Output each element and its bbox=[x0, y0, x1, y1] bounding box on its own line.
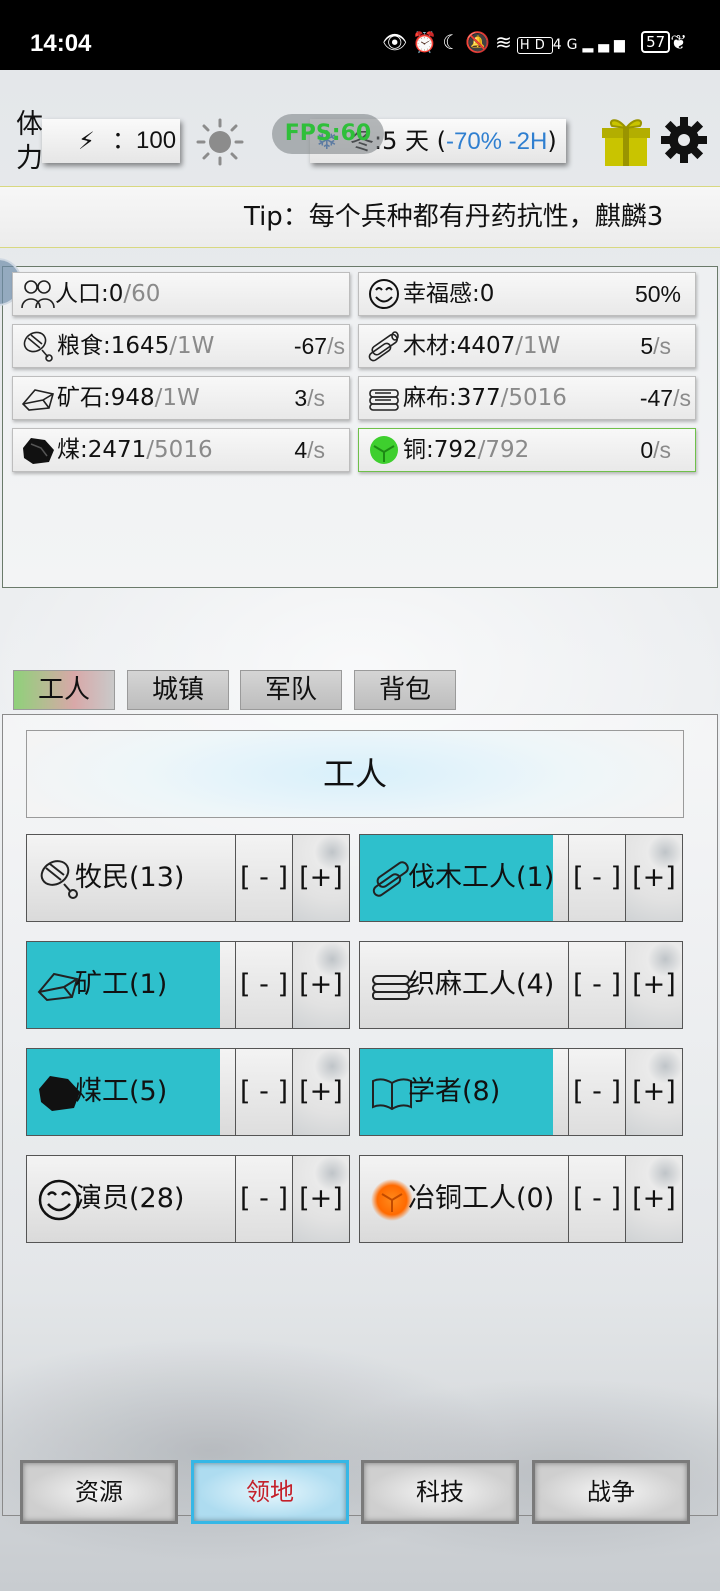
ore-icon bbox=[21, 389, 55, 411]
decrease-button[interactable]: [ - ] bbox=[235, 1156, 292, 1242]
worker-miner: 矿工(1) [ - ] [+] bbox=[26, 941, 350, 1029]
resource-population: 人口:0/60 bbox=[12, 272, 350, 316]
resource-food: 粮食:1645/1W -67/s bbox=[12, 324, 350, 368]
increase-button[interactable]: [+] bbox=[292, 942, 349, 1028]
worker-scholar: 学者(8) [ - ] [+] bbox=[359, 1048, 683, 1136]
tip-bar: Tip：每个兵种都有丹药抗性，麒麟3 bbox=[0, 186, 720, 248]
season-days: :5 天 ( bbox=[374, 127, 446, 155]
increase-button[interactable]: [+] bbox=[625, 835, 682, 921]
worker-weaver: 织麻工人(4) [ - ] [+] bbox=[359, 941, 683, 1029]
status-bar: 14:04 👁⏰☾🔕≋ HD 4G▂▄▆ 57 ❦ bbox=[0, 0, 720, 70]
resource-wood: 木材:4407/1W 5/s bbox=[358, 324, 696, 368]
resource-happiness: 幸福感:0 50% bbox=[358, 272, 696, 316]
tab-town[interactable]: 城镇 bbox=[127, 670, 229, 710]
wifi-icon: ≋ bbox=[495, 30, 517, 54]
resource-coal: 煤:2471/5016 4/s bbox=[12, 428, 350, 472]
nav-war[interactable]: 战争 bbox=[532, 1460, 690, 1524]
tab-backpack[interactable]: 背包 bbox=[354, 670, 456, 710]
eye-icon: 👁 bbox=[382, 30, 413, 54]
increase-button[interactable]: [+] bbox=[292, 1049, 349, 1135]
decrease-button[interactable]: [ - ] bbox=[568, 1049, 625, 1135]
decrease-button[interactable]: [ - ] bbox=[235, 835, 292, 921]
increase-button[interactable]: [+] bbox=[625, 1156, 682, 1242]
alarm-icon: ⏰ bbox=[412, 30, 443, 54]
nav-territory[interactable]: 领地 bbox=[191, 1460, 349, 1524]
game-screen: 体力 ⚡ ：100 ❄冬:5 天 (-70% -2H) FPS:60 bbox=[0, 70, 720, 1591]
battery-icon: 57 bbox=[641, 31, 671, 53]
increase-button[interactable]: [+] bbox=[625, 942, 682, 1028]
worker-actor: 演员(28) [ - ] [+] bbox=[26, 1155, 350, 1243]
stamina-value: 100 bbox=[136, 127, 177, 154]
tab-workers[interactable]: 工人 bbox=[13, 670, 115, 710]
smile-icon bbox=[369, 279, 399, 309]
copper-icon bbox=[370, 436, 398, 464]
nav-resources[interactable]: 资源 bbox=[20, 1460, 178, 1524]
status-time: 14:04 bbox=[30, 30, 92, 57]
worker-copper-smelter: 冶铜工人(0) [ - ] [+] bbox=[359, 1155, 683, 1243]
resource-cloth: 麻布:377/5016 -47/s bbox=[358, 376, 696, 420]
stamina-display: ⚡ ：100 bbox=[42, 119, 180, 163]
cloth-icon bbox=[369, 389, 399, 411]
worker-coal: 煤工(5) [ - ] [+] bbox=[26, 1048, 350, 1136]
decrease-button[interactable]: [ - ] bbox=[568, 942, 625, 1028]
lightning-icon: ⚡ bbox=[78, 127, 95, 155]
tab-army[interactable]: 军队 bbox=[240, 670, 342, 710]
fps-counter: FPS:60 bbox=[272, 114, 384, 154]
panel-title: 工人 bbox=[26, 730, 684, 818]
hd-icon: HD bbox=[516, 37, 553, 54]
increase-button[interactable]: [+] bbox=[292, 835, 349, 921]
increase-button[interactable]: [+] bbox=[625, 1049, 682, 1135]
leaf-icon: ❦ bbox=[670, 30, 692, 54]
moon-icon: ☾ bbox=[442, 30, 466, 54]
signal-4g-icon: 4G▂▄▆ bbox=[552, 37, 630, 53]
increase-button[interactable]: [+] bbox=[292, 1156, 349, 1242]
decrease-button[interactable]: [ - ] bbox=[568, 835, 625, 921]
population-icon bbox=[21, 280, 55, 309]
status-icons: 👁⏰☾🔕≋ HD 4G▂▄▆ 57 ❦ bbox=[382, 30, 692, 54]
worker-lumberjack: 伐木工人(1) [ - ] [+] bbox=[359, 834, 683, 922]
season-modifier: -70% -2H bbox=[445, 128, 548, 155]
bell-off-icon: 🔕 bbox=[465, 30, 496, 54]
coal-icon bbox=[23, 438, 54, 464]
meat-icon bbox=[23, 331, 53, 362]
sun-icon bbox=[196, 118, 244, 166]
resource-ore: 矿石:948/1W 3/s bbox=[12, 376, 350, 420]
stamina-separator: ： bbox=[112, 127, 136, 154]
worker-herder: 牧民(13) [ - ] [+] bbox=[26, 834, 350, 922]
decrease-button[interactable]: [ - ] bbox=[568, 1156, 625, 1242]
gift-icon[interactable] bbox=[602, 116, 650, 168]
resource-copper: 铜:792/792 0/s bbox=[358, 428, 696, 472]
wood-icon bbox=[368, 331, 399, 362]
decrease-button[interactable]: [ - ] bbox=[235, 1049, 292, 1135]
nav-technology[interactable]: 科技 bbox=[361, 1460, 519, 1524]
season-close: ) bbox=[547, 127, 557, 155]
decrease-button[interactable]: [ - ] bbox=[235, 942, 292, 1028]
gear-icon[interactable] bbox=[660, 116, 708, 164]
